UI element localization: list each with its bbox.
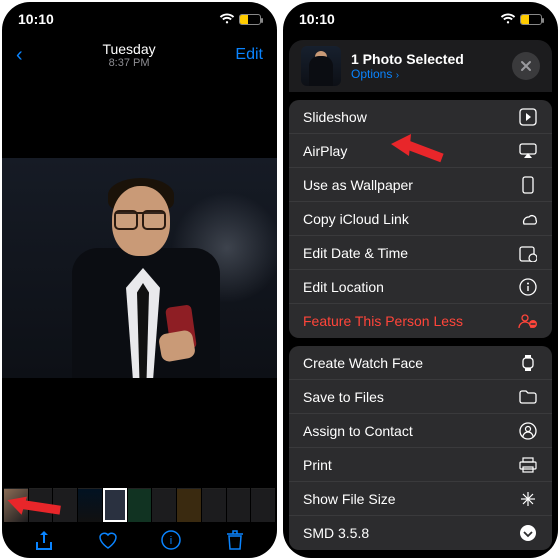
action-label: Use as Wallpaper: [303, 177, 413, 193]
svg-text:i: i: [170, 535, 172, 547]
actions-group-2: Create Watch Face Save to Files Assign to …: [289, 346, 552, 550]
play-box-icon: [518, 107, 538, 127]
action-label: Show File Size: [303, 491, 396, 507]
share-button[interactable]: [33, 529, 55, 551]
airplay-icon: [518, 141, 538, 161]
options-button[interactable]: Options ›: [351, 67, 502, 81]
action-print[interactable]: Print: [289, 448, 552, 482]
wifi-icon: [500, 13, 516, 25]
photo-area[interactable]: [2, 74, 277, 558]
thumbnail[interactable]: [227, 488, 251, 522]
person-minus-icon: [518, 311, 538, 331]
share-thumbnail: [301, 46, 341, 86]
phone-icon: [518, 175, 538, 195]
close-button[interactable]: [512, 52, 540, 80]
action-label: Feature This Person Less: [303, 313, 463, 329]
action-label: Save to Files: [303, 389, 384, 405]
action-label: Edit Location: [303, 279, 384, 295]
action-show-file-size[interactable]: Show File Size: [289, 482, 552, 516]
info-icon: [518, 277, 538, 297]
photo-day: Tuesday: [102, 41, 155, 57]
watch-icon: [518, 353, 538, 373]
status-bar: 10:10: [2, 2, 277, 36]
action-label: SMD 3.5.8: [303, 525, 369, 541]
thumbnail[interactable]: [78, 488, 102, 522]
cloud-icon: [518, 209, 538, 229]
thumbnail[interactable]: [128, 488, 152, 522]
back-button[interactable]: ‹: [16, 44, 23, 67]
selected-count: 1 Photo Selected: [351, 51, 502, 67]
thumbnail-strip[interactable]: [2, 488, 277, 522]
photo-viewer-screen: 10:10 ‹ Tuesday 8:37 PM Edit: [2, 2, 277, 558]
status-icons: [500, 13, 542, 25]
info-button[interactable]: i: [160, 529, 182, 551]
photo-title: Tuesday 8:37 PM: [102, 41, 155, 70]
actions-group-1: Slideshow AirPlay Use as Wallpaper Copy iCl…: [289, 100, 552, 338]
action-edit-date-time[interactable]: Edit Date & Time: [289, 236, 552, 270]
status-time: 10:10: [18, 11, 54, 27]
battery-icon: [520, 14, 542, 25]
notch: [361, 2, 481, 24]
action-use-as-wallpaper[interactable]: Use as Wallpaper: [289, 168, 552, 202]
wifi-icon: [219, 13, 235, 25]
share-sheet-header: 1 Photo Selected Options ›: [289, 40, 552, 92]
nav-bar: ‹ Tuesday 8:37 PM Edit: [2, 36, 277, 74]
action-assign-to-contact[interactable]: Assign to Contact: [289, 414, 552, 448]
contact-icon: [518, 421, 538, 441]
action-airplay[interactable]: AirPlay: [289, 134, 552, 168]
status-time: 10:10: [299, 11, 335, 27]
sparkle-icon: [518, 489, 538, 509]
action-label: AirPlay: [303, 143, 347, 159]
photo-time: 8:37 PM: [102, 57, 155, 70]
action-slideshow[interactable]: Slideshow: [289, 100, 552, 134]
thumbnail-selected[interactable]: [103, 488, 127, 522]
action-smd-3-5-8[interactable]: SMD 3.5.8: [289, 516, 552, 550]
action-label: Copy iCloud Link: [303, 211, 409, 227]
calendar-icon: [518, 243, 538, 263]
print-icon: [518, 455, 538, 475]
action-label: Print: [303, 457, 332, 473]
action-feature-this-person-less[interactable]: Feature This Person Less: [289, 304, 552, 338]
action-label: Assign to Contact: [303, 423, 413, 439]
action-save-to-files[interactable]: Save to Files: [289, 380, 552, 414]
photo[interactable]: [2, 158, 277, 378]
action-copy-icloud-link[interactable]: Copy iCloud Link: [289, 202, 552, 236]
delete-button[interactable]: [224, 529, 246, 551]
toolbar: i: [2, 522, 277, 558]
action-edit-location[interactable]: Edit Location: [289, 270, 552, 304]
thumbnail[interactable]: [251, 488, 275, 522]
thumbnail[interactable]: [177, 488, 201, 522]
share-sheet-screen: 10:10 1 Photo Selected Options › Slidesh…: [283, 2, 558, 558]
edit-actions-button[interactable]: Edit Actions...: [289, 550, 552, 552]
thumbnail[interactable]: [29, 488, 53, 522]
action-label: Edit Date & Time: [303, 245, 408, 261]
status-icons: [219, 13, 261, 25]
close-icon: [520, 60, 532, 72]
favorite-button[interactable]: [97, 529, 119, 551]
edit-button[interactable]: Edit: [235, 46, 263, 64]
battery-icon: [239, 14, 261, 25]
thumbnail[interactable]: [4, 488, 28, 522]
action-label: Slideshow: [303, 109, 367, 125]
thumbnail[interactable]: [152, 488, 176, 522]
folder-icon: [518, 387, 538, 407]
notch: [80, 2, 200, 24]
status-bar: 10:10: [283, 2, 558, 36]
thumbnail[interactable]: [202, 488, 226, 522]
action-create-watch-face[interactable]: Create Watch Face: [289, 346, 552, 380]
chevron-down-icon: [518, 523, 538, 543]
thumbnail[interactable]: [53, 488, 77, 522]
action-label: Create Watch Face: [303, 355, 423, 371]
